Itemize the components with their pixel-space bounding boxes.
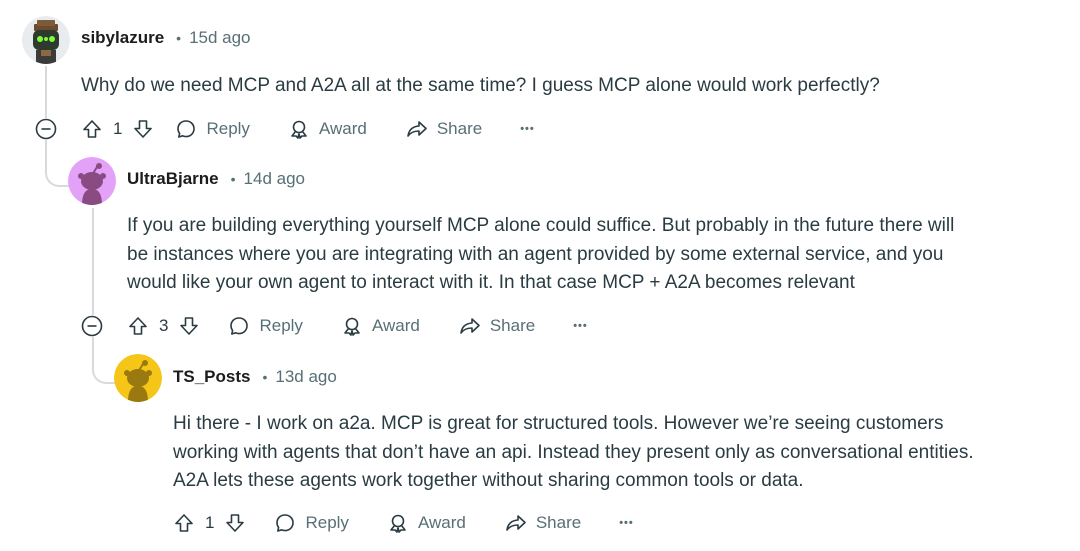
downvote-button[interactable]: [224, 512, 246, 534]
comment-meta: TS_Posts • 13d ago: [173, 367, 337, 387]
reply-label: Reply: [305, 513, 349, 532]
avatar[interactable]: [114, 354, 162, 402]
upvote-icon: [175, 514, 193, 532]
snoo-avatar-icon: [114, 354, 162, 402]
share-icon: [506, 515, 526, 531]
comment-body-line: working with agents that don’t have an a…: [173, 441, 974, 463]
reply-button[interactable]: Reply: [274, 512, 349, 534]
timestamp[interactable]: 13d ago: [275, 367, 336, 387]
vote-count: 1: [205, 513, 215, 532]
share-button[interactable]: Share: [504, 512, 581, 534]
comment-icon: [276, 514, 295, 532]
action-row: 1 Reply Award Share •••: [173, 509, 634, 537]
award-button[interactable]: Award: [387, 512, 466, 534]
comment-body-line: Hi there - I work on a2a. MCP is great f…: [173, 413, 944, 434]
share-label: Share: [535, 513, 582, 532]
downvote-icon: [226, 514, 245, 532]
meta-separator: •: [262, 369, 268, 385]
more-options-button[interactable]: •••: [619, 517, 634, 529]
comment-body-line: A2A lets these agents work together with…: [173, 470, 804, 491]
username[interactable]: TS_Posts: [173, 367, 250, 387]
award-label: Award: [417, 513, 466, 532]
comment: TS_Posts • 13d ago Hi there - I work on …: [0, 0, 1080, 551]
award-icon: [390, 514, 406, 533]
upvote-button[interactable]: [173, 512, 195, 534]
